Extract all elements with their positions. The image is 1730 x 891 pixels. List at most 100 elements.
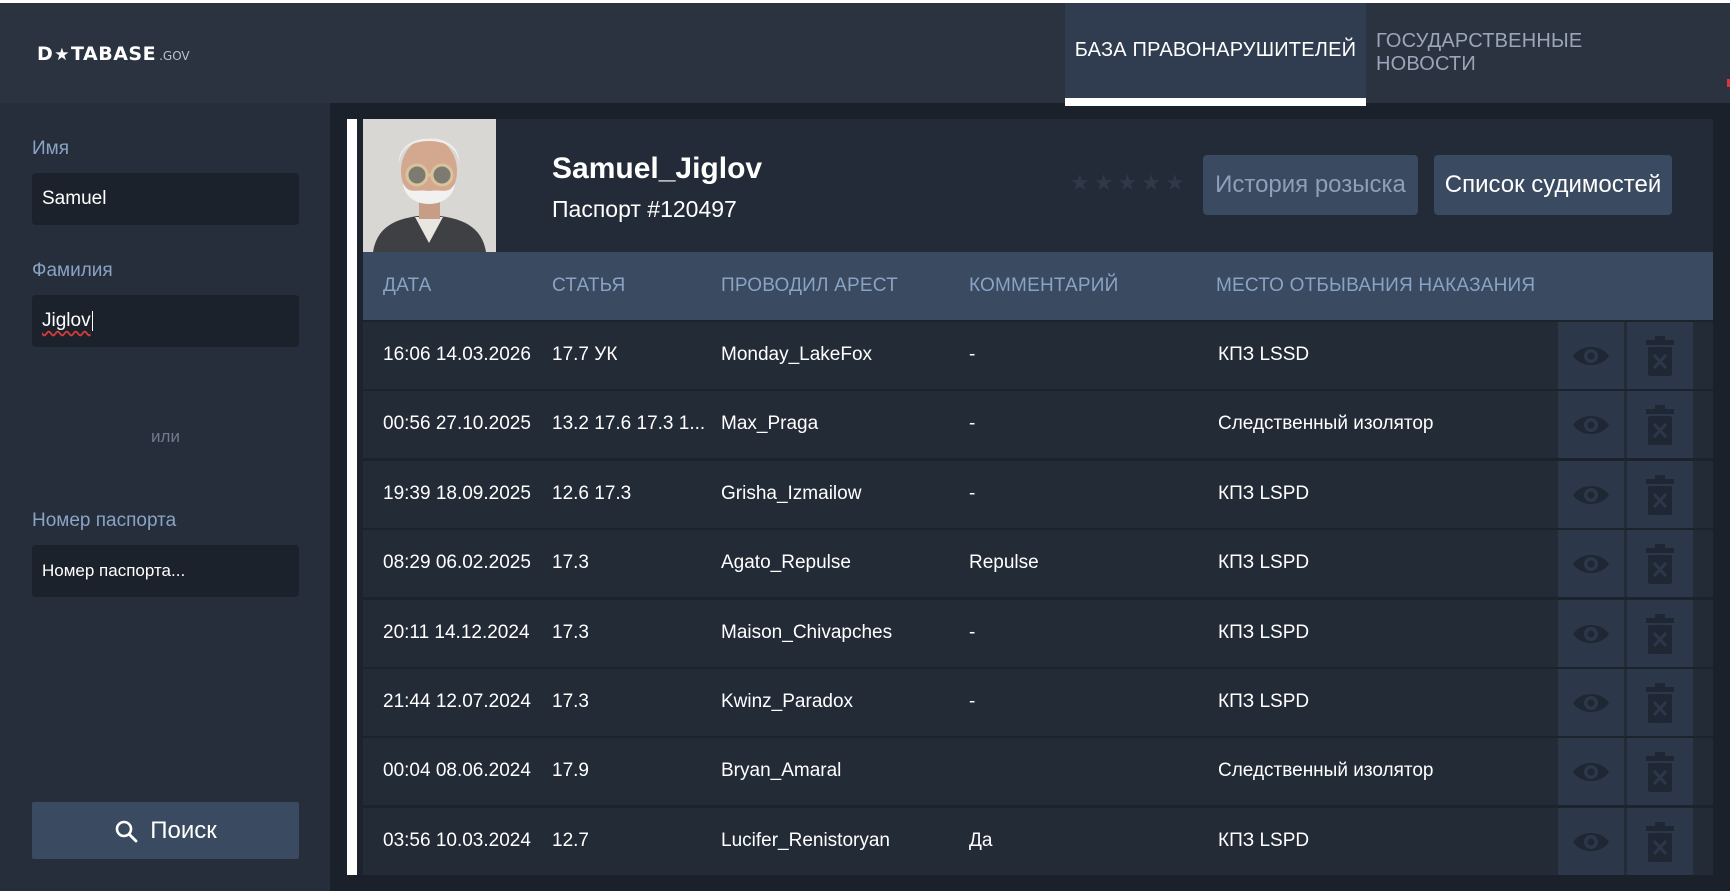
cell-officer: Kwinz_Paradox xyxy=(721,691,854,712)
cell-officer: Agato_Repulse xyxy=(721,552,851,573)
cell-place: КПЗ LSPD xyxy=(1218,552,1310,573)
last-name-field[interactable]: Jiglov xyxy=(32,295,299,347)
cell-article: 12.6 17.3 xyxy=(552,483,632,504)
passport-label: Номер паспорта xyxy=(32,510,177,531)
view-record-button[interactable] xyxy=(1558,461,1624,528)
profile-name: Samuel_Jiglov xyxy=(552,152,763,185)
convictions-list-button[interactable]: Список судимостей xyxy=(1434,155,1672,215)
cell-place: Следственный изолятор xyxy=(1218,413,1434,434)
delete-record-button[interactable] xyxy=(1627,391,1693,458)
column-header-date: ДАТА xyxy=(383,275,432,296)
first-name-value: Samuel xyxy=(42,188,107,209)
delete-record-button[interactable] xyxy=(1627,669,1693,736)
delete-icon xyxy=(1646,335,1674,376)
delete-record-button[interactable] xyxy=(1627,808,1693,875)
eye-icon xyxy=(1573,624,1609,643)
tab-offenders-db[interactable]: БАЗА ПРАВОНАРУШИТЕЛЕЙ xyxy=(1065,3,1366,106)
search-icon xyxy=(115,820,138,842)
cell-article: 17.3 xyxy=(552,552,589,573)
cell-place: Следственный изолятор xyxy=(1218,760,1434,781)
view-record-button[interactable] xyxy=(1558,530,1624,597)
delete-icon xyxy=(1646,682,1674,723)
avatar xyxy=(363,119,496,252)
cell-officer: Maison_Chivapches xyxy=(721,622,893,643)
last-name-value: Jiglov xyxy=(42,310,91,331)
cell-comment: - xyxy=(969,691,976,712)
eye-icon xyxy=(1573,485,1609,504)
search-sidebar: Имя Samuel Фамилия Jiglov или Номер пасп… xyxy=(0,103,330,891)
cell-article: 12.7 xyxy=(552,830,589,851)
avatar-portrait-icon xyxy=(363,119,496,252)
view-record-button[interactable] xyxy=(1558,391,1624,458)
logo-text-start: D xyxy=(37,43,54,65)
star-icon: ★ xyxy=(1117,170,1138,195)
cell-date: 08:29 06.02.2025 xyxy=(383,552,531,573)
top-bar: D ★ TABASE .GOV БАЗА ПРАВОНАРУШИТЕЛЕЙ ГОСУД… xyxy=(0,0,1730,106)
wanted-history-button[interactable]: История розыска xyxy=(1203,155,1418,215)
first-name-label: Имя xyxy=(32,138,70,159)
delete-icon xyxy=(1646,404,1674,445)
view-record-button[interactable] xyxy=(1558,808,1624,875)
wanted-stars: ★ ★ ★ ★ ★ xyxy=(1070,170,1185,196)
star-icon: ★ xyxy=(1070,170,1090,195)
delete-record-button[interactable] xyxy=(1627,600,1693,667)
logo: D ★ TABASE .GOV xyxy=(37,43,190,65)
delete-record-button[interactable] xyxy=(1627,322,1693,389)
cell-place: КПЗ LSPD xyxy=(1218,622,1310,643)
star-icon: ★ xyxy=(1093,170,1114,195)
cell-officer: Monday_LakeFox xyxy=(721,344,873,365)
view-record-button[interactable] xyxy=(1558,669,1624,736)
delete-icon xyxy=(1646,543,1674,584)
eye-icon xyxy=(1573,832,1609,851)
delete-icon xyxy=(1646,474,1674,515)
view-record-button[interactable] xyxy=(1558,600,1624,667)
eye-icon xyxy=(1573,693,1609,712)
last-name-label: Фамилия xyxy=(32,260,113,281)
search-button[interactable]: Поиск xyxy=(32,802,299,859)
cell-article: 13.2 17.6 17.3 1... xyxy=(552,413,706,434)
star-icon: ★ xyxy=(1164,170,1185,195)
eye-icon xyxy=(1573,415,1609,434)
logo-text-end: TABASE xyxy=(71,43,157,65)
panel-accent-strip xyxy=(347,119,357,875)
delete-record-button[interactable] xyxy=(1627,530,1693,597)
column-header-officer: ПРОВОДИЛ АРЕСТ xyxy=(721,275,898,296)
delete-icon xyxy=(1646,751,1674,792)
delete-icon xyxy=(1646,821,1674,862)
delete-record-button[interactable] xyxy=(1627,738,1693,805)
cell-date: 16:06 14.03.2026 xyxy=(383,344,531,365)
cell-date: 03:56 10.03.2024 xyxy=(383,830,531,851)
cell-date: 21:44 12.07.2024 xyxy=(383,691,531,712)
profile-passport: Паспорт #120497 xyxy=(552,196,737,222)
cell-comment: - xyxy=(969,483,976,504)
cell-place: КПЗ LSSD xyxy=(1218,344,1310,365)
cell-article: 17.7 УК xyxy=(552,344,618,365)
search-button-label: Поиск xyxy=(150,816,217,844)
delete-icon xyxy=(1646,613,1674,654)
cell-place: КПЗ LSPD xyxy=(1218,483,1310,504)
column-header-comment: КОММЕНТАРИЙ xyxy=(969,275,1119,296)
cell-place: КПЗ LSPD xyxy=(1218,830,1310,851)
cell-date: 00:56 27.10.2025 xyxy=(383,413,531,434)
text-caret xyxy=(91,311,93,331)
first-name-field[interactable]: Samuel xyxy=(32,173,299,225)
passport-field[interactable]: Номер паспорта... xyxy=(32,545,299,597)
cell-date: 19:39 18.09.2025 xyxy=(383,483,531,504)
column-header-article: СТАТЬЯ xyxy=(552,275,626,296)
logo-star-icon: ★ xyxy=(54,45,71,65)
or-divider-text: или xyxy=(151,427,180,446)
cell-date: 20:11 14.12.2024 xyxy=(383,622,530,643)
eye-icon xyxy=(1573,762,1609,781)
eye-icon xyxy=(1573,346,1609,365)
cell-place: КПЗ LSPD xyxy=(1218,691,1310,712)
cell-comment: Да xyxy=(969,830,993,851)
column-header-place: МЕСТО ОТБЫВАНИЯ НАКАЗАНИЯ xyxy=(1216,275,1536,296)
cell-officer: Max_Praga xyxy=(721,413,819,434)
view-record-button[interactable] xyxy=(1558,322,1624,389)
view-record-button[interactable] xyxy=(1558,738,1624,805)
tab-gov-news[interactable]: ГОСУДАРСТВЕННЫЕ НОВОСТИ xyxy=(1376,3,1676,103)
cell-comment: - xyxy=(969,622,976,643)
cell-comment: Repulse xyxy=(969,552,1039,573)
delete-record-button[interactable] xyxy=(1627,461,1693,528)
cell-officer: Lucifer_Renistoryan xyxy=(721,830,890,851)
